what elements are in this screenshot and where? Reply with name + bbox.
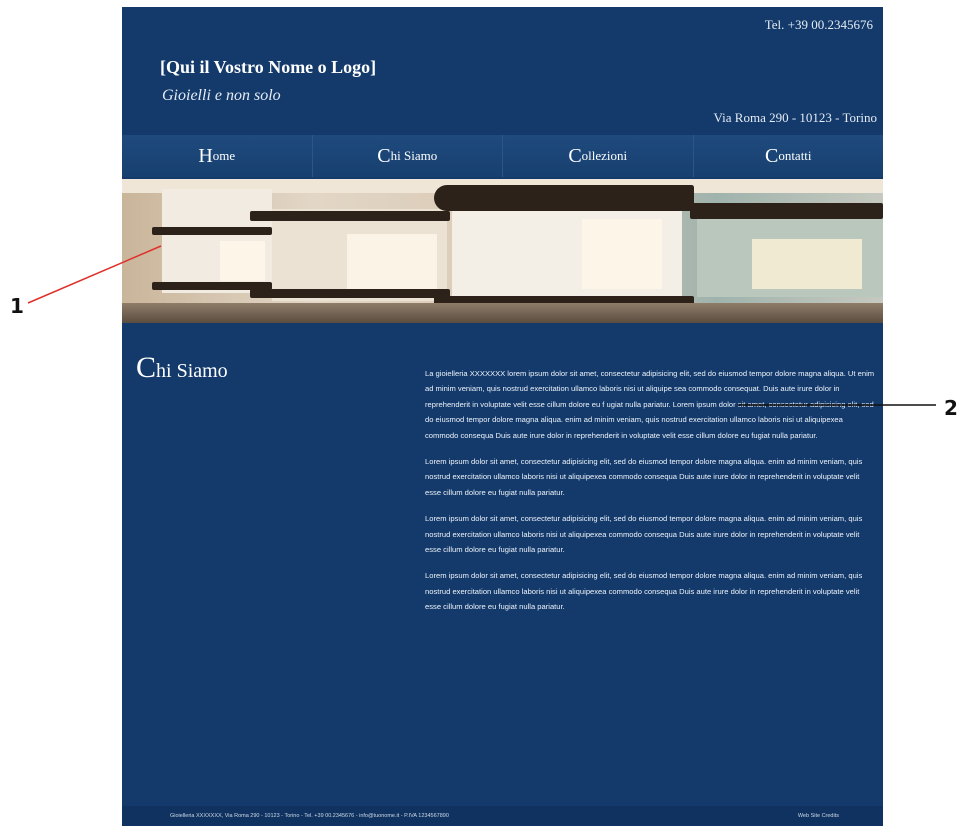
annotation-label-2: 2 [944, 396, 958, 420]
annotation-lines [27, 245, 936, 406]
annotation-line-1 [27, 245, 162, 304]
annotation-label-1: 1 [10, 294, 24, 318]
